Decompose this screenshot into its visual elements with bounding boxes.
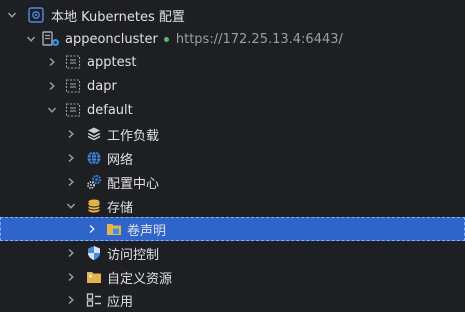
tree-node-network[interactable]: 网络 [0,146,465,170]
chevron-right-icon[interactable] [45,55,59,69]
tree-node-label: 访问控制 [107,247,160,263]
chevron-right-icon[interactable] [64,246,78,260]
namespace-icon [64,102,82,118]
tree-node-label: 应用 [107,294,134,310]
tree-node-workloads[interactable]: 工作负载 [0,122,465,146]
connection-status-dot [163,36,169,42]
tree-node-root[interactable]: 本地 Kubernetes 配置 [0,3,465,27]
chevron-down-icon[interactable] [24,32,38,46]
tree-node-access-control[interactable]: 访问控制 [0,241,465,265]
tree-node-custom-resources[interactable]: 自定义资源 [0,265,465,289]
cluster-icon [42,31,60,47]
tree-node-label: 自定义资源 [107,271,173,287]
chevron-down-icon[interactable] [64,199,78,213]
tree-node-apps[interactable]: 应用 [0,288,465,312]
cluster-name: appeoncluster [65,31,158,47]
chevron-right-icon[interactable] [64,270,78,284]
tree-node-storage[interactable]: 存储 [0,194,465,218]
tree-node-namespace[interactable]: dapr [0,74,465,98]
tree-node-label: 存储 [107,200,134,216]
chevron-right-icon[interactable] [45,79,59,93]
shield-icon [85,245,103,261]
namespace-icon [64,54,82,70]
namespace-label: dapr [87,78,117,94]
gears-icon [85,174,103,190]
tree-node-label: 卷声明 [127,223,167,239]
tree-node-namespace[interactable]: default [0,98,465,122]
workloads-icon [85,126,103,142]
chevron-right-icon[interactable] [64,175,78,189]
folder-icon [85,269,103,285]
kubernetes-config-icon [27,7,45,23]
namespace-label: apptest [87,54,137,70]
tree-node-label: 网络 [107,152,134,168]
tree-node-label: 工作负载 [107,128,160,144]
namespace-label: default [87,102,133,118]
namespace-icon [64,78,82,94]
tree-node-namespace[interactable]: apptest [0,50,465,74]
chevron-down-icon[interactable] [5,8,19,22]
cluster-url: https://172.25.13.4:6443/ [175,31,343,47]
volume-claim-folder-icon [105,221,123,237]
tree-node-cluster[interactable]: appeoncluster https://172.25.13.4:6443/ [0,27,465,51]
chevron-right-icon[interactable] [64,127,78,141]
globe-icon [85,150,103,166]
tree-node-config-center[interactable]: 配置中心 [0,170,465,194]
database-icon [85,198,103,214]
tree-node-label: 配置中心 [107,176,160,192]
apps-icon [85,292,103,308]
chevron-right-icon[interactable] [64,151,78,165]
tree-node-label: 本地 Kubernetes 配置 [51,9,185,25]
tree-node-volume-claims[interactable]: 卷声明 [0,217,465,241]
chevron-right-icon[interactable] [85,222,99,236]
chevron-down-icon[interactable] [45,103,59,117]
